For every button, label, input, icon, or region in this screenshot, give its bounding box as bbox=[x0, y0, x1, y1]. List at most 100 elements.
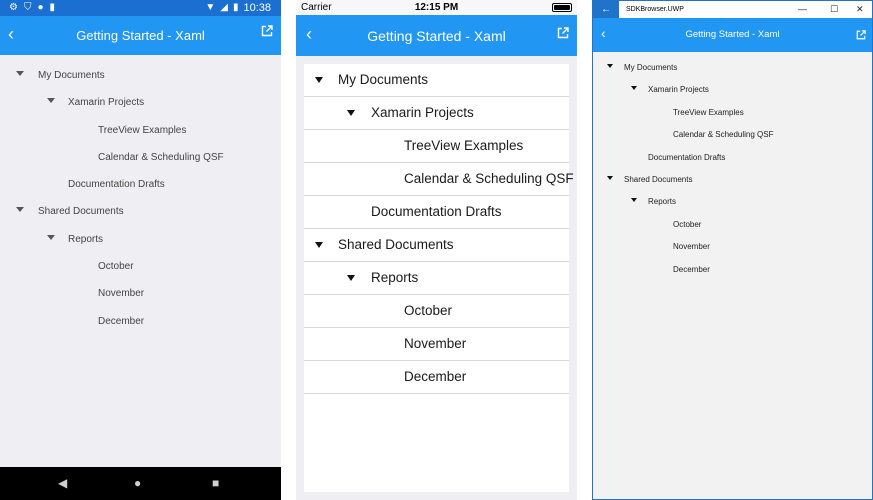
tree-item-treeview-examples[interactable]: TreeView Examples bbox=[304, 130, 569, 163]
circle-icon: ● bbox=[37, 2, 44, 13]
home-circle-icon[interactable]: ● bbox=[134, 467, 141, 500]
tree-item-documentation-drafts[interactable]: Documentation Drafts bbox=[304, 196, 569, 229]
treeview: My Documents Xamarin Projects TreeView E… bbox=[0, 62, 281, 335]
tree-item-label: November bbox=[673, 242, 710, 252]
treeview: My Documents Xamarin Projects TreeView E… bbox=[593, 56, 872, 280]
tree-item-label: November bbox=[404, 336, 467, 351]
tree-item-calendar-scheduling[interactable]: Calendar & Scheduling QSF bbox=[0, 144, 281, 171]
tree-item-label: Reports bbox=[648, 197, 677, 207]
ios-screen: Carrier 12:15 PM ‹ Getting Started - Xam… bbox=[296, 0, 577, 500]
tree-item-calendar-scheduling[interactable]: Calendar & Scheduling QSF bbox=[593, 123, 872, 145]
android-status-bar: ⚙ ⛉ ● ▮ ▼ ◢ ▮ 10:38 bbox=[0, 0, 281, 16]
back-triangle-icon[interactable]: ◀ bbox=[58, 467, 67, 500]
signal-icon: ◢ bbox=[220, 2, 228, 13]
android-nav-bar: ◀ ● ■ bbox=[0, 467, 281, 500]
tree-item-my-documents[interactable]: My Documents bbox=[304, 64, 569, 97]
expand-toggle-icon[interactable] bbox=[315, 77, 323, 83]
expand-toggle-icon[interactable] bbox=[347, 275, 355, 281]
expand-toggle-icon[interactable] bbox=[607, 175, 613, 180]
wifi-icon: ▼ bbox=[205, 2, 216, 13]
tree-item-label: TreeView Examples bbox=[404, 138, 524, 153]
window-title: SDKBrowser.UWP bbox=[626, 6, 684, 13]
tree-item-xamarin-projects[interactable]: Xamarin Projects bbox=[304, 97, 569, 130]
expand-toggle-icon[interactable] bbox=[16, 71, 24, 76]
uwp-window: ← SDKBrowser.UWP — ☐ ✕ ‹ Getting Started… bbox=[592, 0, 873, 500]
back-arrow-icon[interactable]: ← bbox=[593, 1, 619, 18]
tree-item-reports[interactable]: Reports bbox=[0, 226, 281, 253]
external-link-icon[interactable] bbox=[261, 24, 273, 42]
app-toolbar: ‹ Getting Started - Xaml bbox=[296, 15, 577, 56]
tree-item-label: Xamarin Projects bbox=[68, 97, 145, 109]
tree-item-calendar-scheduling[interactable]: Calendar & Scheduling QSF bbox=[304, 163, 574, 196]
android-screen: ⚙ ⛉ ● ▮ ▼ ◢ ▮ 10:38 ‹ Getting Started - … bbox=[0, 0, 281, 500]
page-title: Getting Started - Xaml bbox=[685, 29, 780, 40]
ios-status-bar: Carrier 12:15 PM bbox=[296, 0, 577, 15]
tree-item-december[interactable]: December bbox=[0, 308, 281, 335]
tree-item-xamarin-projects[interactable]: Xamarin Projects bbox=[0, 89, 281, 116]
expand-toggle-icon[interactable] bbox=[47, 98, 55, 104]
tree-item-label: Calendar & Scheduling QSF bbox=[673, 130, 774, 140]
tree-item-reports[interactable]: Reports bbox=[304, 262, 569, 295]
tree-item-label: Shared Documents bbox=[38, 206, 124, 218]
tree-item-december[interactable]: December bbox=[304, 361, 569, 394]
tree-item-october[interactable]: October bbox=[304, 295, 569, 328]
tree-item-my-documents[interactable]: My Documents bbox=[593, 56, 872, 78]
tree-item-november[interactable]: November bbox=[0, 280, 281, 307]
expand-toggle-icon[interactable] bbox=[631, 86, 637, 91]
tree-item-label: Documentation Drafts bbox=[371, 204, 502, 219]
tree-item-treeview-examples[interactable]: TreeView Examples bbox=[593, 101, 872, 123]
tree-item-label: Xamarin Projects bbox=[371, 105, 474, 120]
treeview: My Documents Xamarin Projects TreeView E… bbox=[304, 64, 574, 492]
window-title-bar: ← SDKBrowser.UWP — ☐ ✕ bbox=[593, 1, 872, 18]
tree-item-november[interactable]: November bbox=[593, 235, 872, 257]
tree-item-label: Documentation Drafts bbox=[68, 179, 165, 191]
tree-item-label: December bbox=[404, 369, 467, 384]
tree-item-reports[interactable]: Reports bbox=[593, 190, 872, 212]
tree-item-december[interactable]: December bbox=[593, 258, 872, 280]
battery-icon: ▮ bbox=[232, 2, 239, 13]
tree-item-label: December bbox=[98, 315, 145, 327]
maximize-icon[interactable]: ☐ bbox=[830, 3, 838, 15]
app-toolbar: ‹ Getting Started - Xaml bbox=[593, 18, 872, 52]
expand-toggle-icon[interactable] bbox=[47, 234, 55, 240]
tree-item-label: Calendar & Scheduling QSF bbox=[98, 151, 224, 163]
close-icon[interactable]: ✕ bbox=[856, 3, 864, 15]
tree-item-shared-documents[interactable]: Shared Documents bbox=[304, 229, 569, 262]
external-link-icon[interactable] bbox=[557, 26, 569, 44]
expand-toggle-icon[interactable] bbox=[16, 207, 24, 213]
tree-item-label: Calendar & Scheduling QSF bbox=[404, 171, 574, 186]
tree-item-label: Reports bbox=[68, 233, 104, 245]
page-title: Getting Started - Xaml bbox=[367, 28, 506, 44]
tree-item-shared-documents[interactable]: Shared Documents bbox=[0, 198, 281, 225]
tree-item-treeview-examples[interactable]: TreeView Examples bbox=[0, 117, 281, 144]
tree-item-my-documents[interactable]: My Documents bbox=[0, 62, 281, 89]
page-title: Getting Started - Xaml bbox=[76, 28, 205, 43]
tree-item-october[interactable]: October bbox=[0, 253, 281, 280]
tree-item-documentation-drafts[interactable]: Documentation Drafts bbox=[0, 171, 281, 198]
tree-item-xamarin-projects[interactable]: Xamarin Projects bbox=[593, 78, 872, 100]
tree-item-label: Reports bbox=[371, 270, 419, 285]
expand-toggle-icon[interactable] bbox=[631, 198, 637, 203]
expand-toggle-icon[interactable] bbox=[315, 242, 323, 248]
minimize-icon[interactable]: — bbox=[798, 3, 807, 15]
tree-item-documentation-drafts[interactable]: Documentation Drafts bbox=[593, 146, 872, 168]
tree-item-label: TreeView Examples bbox=[98, 124, 187, 136]
tree-item-label: October bbox=[98, 261, 134, 273]
tree-item-october[interactable]: October bbox=[593, 213, 872, 235]
expand-toggle-icon[interactable] bbox=[347, 110, 355, 116]
shield-icon: ⛉ bbox=[23, 2, 32, 13]
sd-card-icon: ▮ bbox=[49, 2, 56, 13]
status-time: 10:38 bbox=[243, 2, 271, 14]
expand-toggle-icon[interactable] bbox=[607, 64, 613, 68]
tree-item-label: October bbox=[404, 303, 453, 318]
app-toolbar: ‹ Getting Started - Xaml bbox=[0, 16, 281, 55]
tree-item-shared-documents[interactable]: Shared Documents bbox=[593, 168, 872, 190]
tree-item-label: My Documents bbox=[624, 63, 678, 72]
tree-item-label: October bbox=[673, 219, 702, 229]
tree-item-label: My Documents bbox=[38, 70, 105, 81]
tree-item-november[interactable]: November bbox=[304, 328, 569, 361]
external-link-icon[interactable] bbox=[856, 27, 866, 45]
recents-square-icon[interactable]: ■ bbox=[212, 467, 219, 500]
tree-item-label: My Documents bbox=[338, 72, 429, 87]
battery-icon bbox=[552, 3, 572, 12]
